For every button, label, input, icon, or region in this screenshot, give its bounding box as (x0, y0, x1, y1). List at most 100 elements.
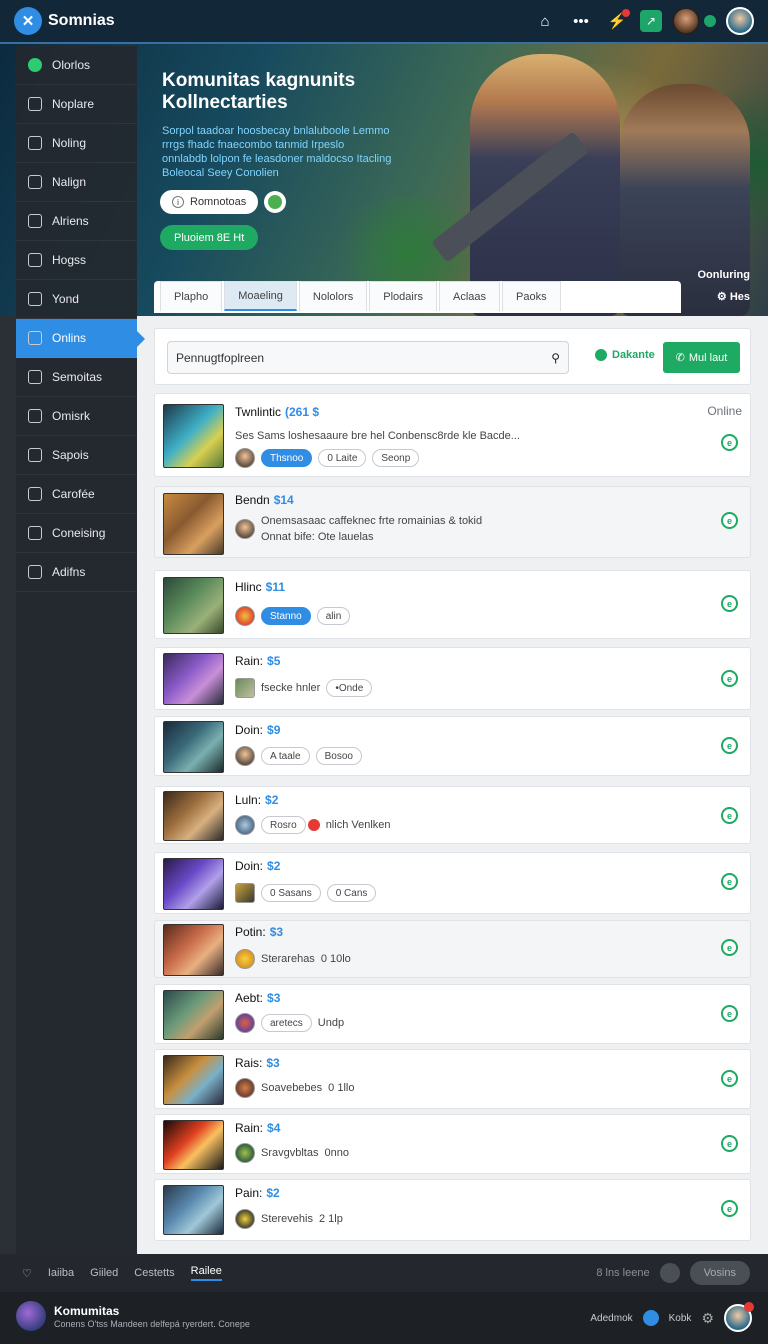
bottom-tab[interactable]: Giiled (90, 1267, 118, 1279)
tab-aclaas[interactable]: Aclaas (439, 281, 501, 311)
profile-avatar[interactable] (724, 1302, 754, 1332)
more-icon[interactable]: ••• (568, 8, 594, 34)
sidebar-item-label: Coneising (52, 526, 106, 540)
check-icon[interactable]: e (721, 595, 738, 612)
phone-icon: ✆ (675, 352, 685, 364)
item-name: Aebt: (235, 991, 264, 1005)
tab-nololors[interactable]: Nololors (298, 281, 368, 311)
list-item[interactable]: Rais: $3 Soavebebes 0 1llo e (154, 1049, 751, 1109)
tag-chip[interactable]: Thsnoo (261, 449, 313, 467)
check-icon[interactable]: e (721, 807, 738, 824)
bottom-tab[interactable]: Iaiiba (48, 1267, 74, 1279)
list-item[interactable]: Bendn $14 Onemsasaac caffeknec frte romai… (154, 486, 751, 558)
community-logo-icon[interactable] (16, 1301, 46, 1331)
search-input[interactable] (176, 350, 552, 365)
tag-chip[interactable]: aretecs (261, 1014, 312, 1032)
tag-chip[interactable]: alin (316, 607, 351, 625)
home-icon[interactable]: ⌂ (532, 8, 558, 34)
gear-icon[interactable]: ⚙ (701, 1310, 714, 1327)
check-icon[interactable]: e (721, 434, 738, 451)
list-item[interactable]: Doin: $2 0 Sasans 0 Cans e (154, 852, 751, 914)
sidebar-item-hogss[interactable]: Hogss (16, 241, 137, 280)
tab-moaeling[interactable]: Moaeling (224, 281, 297, 311)
sidebar-item-noling[interactable]: Noling (16, 124, 137, 163)
item-name: Doin: (235, 859, 264, 873)
tag-chip[interactable]: 0 Cans (326, 884, 377, 902)
list-item[interactable]: Rain: $4 Sravgvbltas 0nno e (154, 1114, 751, 1174)
hero-pill-button[interactable]: i Romnotoas (160, 190, 259, 214)
tag-chip[interactable]: Rosro (261, 816, 306, 834)
sidebar-item-olorlos[interactable]: Olorlos (16, 46, 137, 85)
app-icon[interactable] (642, 1310, 659, 1326)
tag-chip[interactable]: Seonp (372, 449, 420, 467)
sidebar-item-carofee[interactable]: Carofée (16, 475, 137, 514)
sidebar-item-noplare[interactable]: Noplare (16, 85, 137, 124)
check-icon[interactable]: e (721, 1005, 738, 1022)
list-item[interactable]: Aebt: $3 aretecs Undp e (154, 984, 751, 1044)
filter-button[interactable]: Dakante (595, 349, 655, 361)
list-item[interactable]: Luln: $2 Rosro nlich Venlken e (154, 786, 751, 844)
tab-plapho[interactable]: Plapho (160, 281, 223, 311)
item-price: $3 (267, 991, 281, 1005)
check-icon[interactable]: e (721, 670, 738, 687)
tag-chip[interactable]: Bosoo (315, 747, 362, 765)
check-icon[interactable]: e (721, 512, 738, 529)
tab-bar: Plapho Moaeling Nololors Plodairs Aclaas… (154, 281, 681, 313)
sidebar-item-adifns[interactable]: Adifns (16, 553, 137, 592)
primary-action-button[interactable]: ✆ Mul laut (663, 342, 740, 373)
list-item[interactable]: Hlinc $11 Stanno alin e (154, 570, 751, 639)
search-icon (28, 448, 42, 462)
app-logo-icon[interactable]: ✕ (14, 7, 42, 35)
list-item[interactable]: Rain: $5 fsecke hnler • Onde e (154, 647, 751, 710)
bottom-tab[interactable]: Cestetts (134, 1267, 174, 1279)
bottom-tab-active[interactable]: Railee (190, 1265, 222, 1281)
sidebar-item-semoitas[interactable]: Semoitas (16, 358, 137, 397)
tag-chip[interactable]: 0 Laite (318, 449, 367, 467)
sidebar-item-sapois[interactable]: Sapois (16, 436, 137, 475)
sidebar-item-yond[interactable]: Yond (16, 280, 137, 319)
item-name: Luln: (235, 793, 262, 807)
search-icon[interactable]: ⚲ (551, 351, 560, 365)
heart-icon[interactable]: ♡ (22, 1267, 32, 1280)
hero-round-button[interactable] (264, 191, 287, 213)
footer-link[interactable]: Adedmok (590, 1313, 632, 1324)
check-icon[interactable]: e (721, 1070, 738, 1087)
item-meta-text: Sterevehis (261, 1213, 313, 1225)
sidebar-item-nalign[interactable]: Nalign (16, 163, 137, 202)
sidebar-item-onlins[interactable]: Onlins (16, 319, 145, 358)
avatar (235, 678, 255, 698)
hero-subtitle: Sorpol taadoar hoosbecay bnlaluboole Lem… (162, 125, 392, 179)
check-icon[interactable]: e (721, 939, 738, 956)
hero-primary-button[interactable]: Pluoiem 8E Ht (160, 225, 259, 250)
tag-chip[interactable]: Stanno (261, 607, 311, 625)
grid-icon (28, 331, 42, 345)
tab-paoks[interactable]: Paoks (502, 281, 561, 311)
item-title: Bendn $14 (235, 493, 294, 507)
footer-link[interactable]: Kobk (669, 1313, 692, 1324)
tag-chip[interactable]: 0 Sasans (261, 884, 321, 902)
list-item[interactable]: Potin: $3 Sterarehas 0 10lo e (154, 920, 751, 978)
check-icon[interactable]: e (721, 873, 738, 890)
tag-chip[interactable]: • Onde (326, 679, 373, 697)
bottom-right-controls: 8 lns leene Vosins (596, 1261, 750, 1285)
profile-avatar[interactable] (726, 7, 754, 35)
item-price: $2 (267, 859, 281, 873)
check-icon[interactable]: e (721, 737, 738, 754)
tab-plodairs[interactable]: Plodairs (369, 281, 438, 311)
check-icon[interactable]: e (721, 1135, 738, 1152)
bottom-pill-button[interactable]: Vosins (689, 1261, 750, 1285)
list-item[interactable]: Pain: $2 Sterevehis 2 1lp e (154, 1179, 751, 1241)
check-icon[interactable]: e (721, 1200, 738, 1217)
chart-icon[interactable]: ↗ (640, 10, 662, 32)
sidebar-item-alriens[interactable]: Alriens (16, 202, 137, 241)
sidebar-item-coneising[interactable]: Coneising (16, 514, 137, 553)
circle-icon[interactable] (659, 1263, 680, 1283)
notification-icon[interactable]: ⚡ (604, 8, 630, 34)
sidebar-item-omisrk[interactable]: Omisrk (16, 397, 137, 436)
search-field[interactable]: ⚲ (167, 341, 569, 374)
list-item[interactable]: Twnlintic (261 $ Online Ses Sams loshesaa… (154, 393, 751, 477)
list-item[interactable]: Doin: $9 A taale Bosoo e (154, 716, 751, 776)
sidebar-item-label: Adifns (52, 565, 86, 579)
user-avatar[interactable] (672, 7, 700, 35)
tag-chip[interactable]: A taale (261, 747, 310, 765)
